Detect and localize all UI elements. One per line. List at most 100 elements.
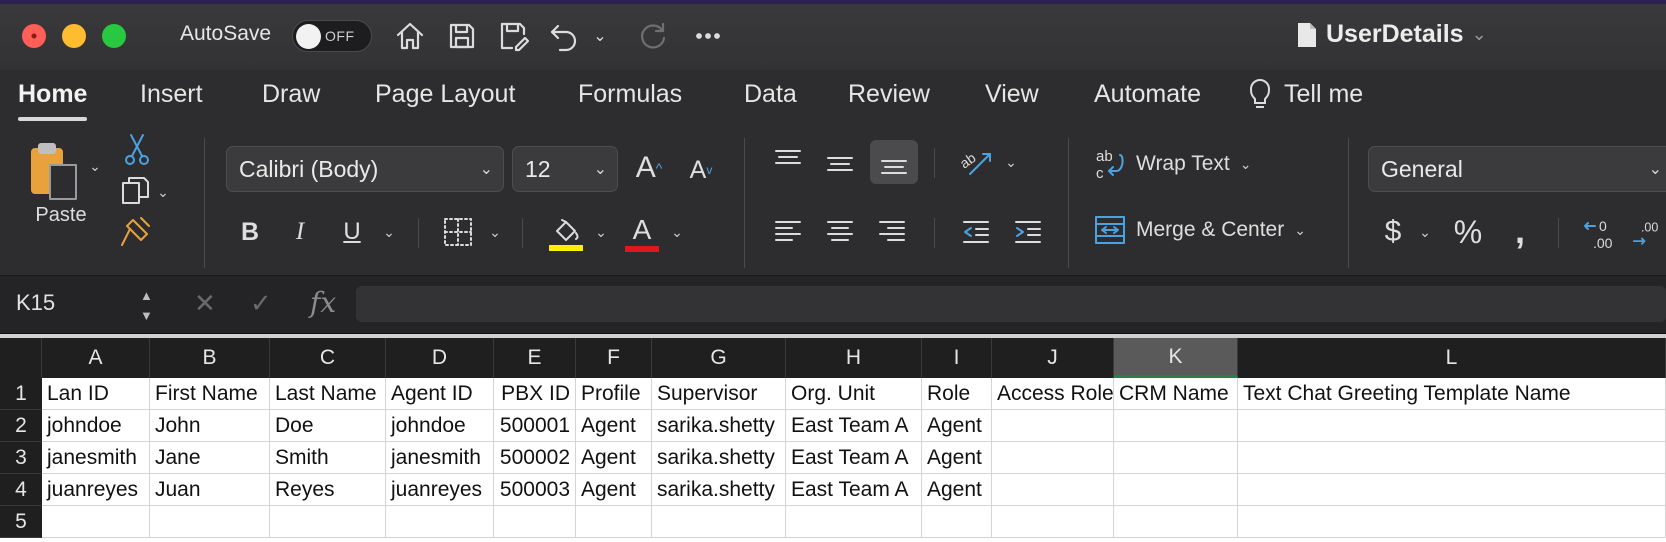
underline-icon[interactable]: U bbox=[338, 212, 366, 252]
column-header-k[interactable]: K bbox=[1114, 338, 1238, 378]
row-header[interactable]: 5 bbox=[0, 506, 42, 538]
cell-d3[interactable]: janesmith bbox=[386, 442, 494, 474]
copy-icon[interactable] bbox=[118, 174, 154, 208]
close-window-button[interactable] bbox=[22, 24, 46, 48]
cell-h4[interactable]: East Team A bbox=[786, 474, 922, 506]
orientation-icon[interactable]: ab bbox=[956, 142, 996, 182]
merge-center-button[interactable]: Merge & Center ⌄ bbox=[1094, 210, 1344, 250]
cell-g5[interactable] bbox=[652, 506, 786, 538]
cell-c4[interactable]: Reyes bbox=[270, 474, 386, 506]
decrease-font-size-icon[interactable]: Av bbox=[684, 150, 718, 190]
cell-e5[interactable] bbox=[494, 506, 576, 538]
cell-c5[interactable] bbox=[270, 506, 386, 538]
font-color-icon[interactable]: A bbox=[624, 210, 660, 256]
font-color-chevron-icon[interactable]: ⌄ bbox=[670, 222, 684, 242]
cell-e4[interactable]: 500003 bbox=[494, 474, 576, 506]
percent-icon[interactable]: % bbox=[1448, 212, 1488, 252]
cell-i2[interactable]: Agent bbox=[922, 410, 992, 442]
column-header-f[interactable]: F bbox=[576, 338, 652, 378]
column-header-c[interactable]: C bbox=[270, 338, 386, 378]
cell-a5[interactable] bbox=[42, 506, 150, 538]
cell-k4[interactable] bbox=[1114, 474, 1238, 506]
font-size-dropdown[interactable]: 12 ⌄ bbox=[512, 146, 618, 192]
cell-l1[interactable]: Text Chat Greeting Template Name bbox=[1238, 378, 1666, 410]
paste-options-chevron-icon[interactable]: ⌄ bbox=[88, 156, 102, 176]
paste-icon[interactable] bbox=[26, 138, 86, 208]
column-header-h[interactable]: H bbox=[786, 338, 922, 378]
row-header[interactable]: 2 bbox=[0, 410, 42, 442]
undo-dropdown-chevron-icon[interactable]: ⌄ bbox=[590, 18, 610, 54]
cell-e1[interactable]: PBX ID bbox=[494, 378, 576, 410]
tab-home[interactable]: Home bbox=[18, 80, 88, 121]
cell-l4[interactable] bbox=[1238, 474, 1666, 506]
cell-j1[interactable]: Access Role bbox=[992, 378, 1114, 410]
cell-b3[interactable]: Jane bbox=[150, 442, 270, 474]
minimize-window-button[interactable] bbox=[62, 24, 86, 48]
column-header-g[interactable]: G bbox=[652, 338, 786, 378]
align-right-icon[interactable] bbox=[874, 214, 910, 250]
column-header-e[interactable]: E bbox=[494, 338, 576, 378]
column-header-b[interactable]: B bbox=[150, 338, 270, 378]
cell-f3[interactable]: Agent bbox=[576, 442, 652, 474]
undo-icon[interactable] bbox=[546, 18, 582, 54]
tab-view[interactable]: View bbox=[985, 80, 1039, 109]
row-header[interactable]: 4 bbox=[0, 474, 42, 506]
italic-icon[interactable]: I bbox=[286, 212, 314, 252]
cell-l3[interactable] bbox=[1238, 442, 1666, 474]
cell-b5[interactable] bbox=[150, 506, 270, 538]
cell-f2[interactable]: Agent bbox=[576, 410, 652, 442]
comma-style-icon[interactable]: , bbox=[1506, 210, 1534, 252]
cell-g4[interactable]: sarika.shetty bbox=[652, 474, 786, 506]
cell-f5[interactable] bbox=[576, 506, 652, 538]
cell-a4[interactable]: juanreyes bbox=[42, 474, 150, 506]
cell-f1[interactable]: Profile bbox=[576, 378, 652, 410]
increase-indent-icon[interactable] bbox=[1010, 214, 1046, 250]
cell-h2[interactable]: East Team A bbox=[786, 410, 922, 442]
cell-g1[interactable]: Supervisor bbox=[652, 378, 786, 410]
cell-c2[interactable]: Doe bbox=[270, 410, 386, 442]
format-painter-icon[interactable] bbox=[118, 214, 154, 248]
select-all-corner[interactable] bbox=[0, 338, 42, 378]
font-name-dropdown[interactable]: Calibri (Body) ⌄ bbox=[226, 146, 504, 192]
column-header-a[interactable]: A bbox=[42, 338, 150, 378]
save-icon[interactable] bbox=[444, 18, 480, 54]
tab-page-layout[interactable]: Page Layout bbox=[375, 80, 515, 109]
column-header-d[interactable]: D bbox=[386, 338, 494, 378]
wrap-text-button[interactable]: ab c Wrap Text ⌄ bbox=[1094, 144, 1344, 184]
cut-icon[interactable] bbox=[122, 132, 152, 168]
cell-l5[interactable] bbox=[1238, 506, 1666, 538]
cell-d4[interactable]: juanreyes bbox=[386, 474, 494, 506]
increase-font-size-icon[interactable]: A ^ bbox=[630, 146, 668, 190]
row-header[interactable]: 3 bbox=[0, 442, 42, 474]
cell-k3[interactable] bbox=[1114, 442, 1238, 474]
copy-options-chevron-icon[interactable]: ⌄ bbox=[156, 182, 170, 202]
cell-j2[interactable] bbox=[992, 410, 1114, 442]
cell-c3[interactable]: Smith bbox=[270, 442, 386, 474]
cell-i3[interactable]: Agent bbox=[922, 442, 992, 474]
cell-j4[interactable] bbox=[992, 474, 1114, 506]
cell-d2[interactable]: johndoe bbox=[386, 410, 494, 442]
cell-b2[interactable]: John bbox=[150, 410, 270, 442]
cell-k2[interactable] bbox=[1114, 410, 1238, 442]
cell-k1[interactable]: CRM Name bbox=[1114, 378, 1238, 410]
currency-icon[interactable]: $ bbox=[1378, 212, 1408, 252]
cell-e2[interactable]: 500001 bbox=[494, 410, 576, 442]
tab-formulas[interactable]: Formulas bbox=[578, 80, 682, 109]
cell-i5[interactable] bbox=[922, 506, 992, 538]
cell-i1[interactable]: Role bbox=[922, 378, 992, 410]
column-header-j[interactable]: J bbox=[992, 338, 1114, 378]
align-top-icon[interactable] bbox=[770, 142, 806, 178]
fill-color-icon[interactable] bbox=[548, 212, 584, 256]
cell-e3[interactable]: 500002 bbox=[494, 442, 576, 474]
name-box-stepper-icon[interactable]: ▲ ▼ bbox=[140, 286, 153, 326]
insert-function-icon[interactable]: fx bbox=[310, 286, 336, 319]
cell-b4[interactable]: Juan bbox=[150, 474, 270, 506]
cell-d1[interactable]: Agent ID bbox=[386, 378, 494, 410]
cell-h3[interactable]: East Team A bbox=[786, 442, 922, 474]
tab-data[interactable]: Data bbox=[744, 80, 797, 109]
align-middle-icon[interactable] bbox=[822, 144, 858, 182]
cell-k5[interactable] bbox=[1114, 506, 1238, 538]
cell-l2[interactable] bbox=[1238, 410, 1666, 442]
tab-automate[interactable]: Automate bbox=[1094, 80, 1201, 109]
document-title[interactable]: UserDetails ⌄ bbox=[1296, 20, 1487, 49]
